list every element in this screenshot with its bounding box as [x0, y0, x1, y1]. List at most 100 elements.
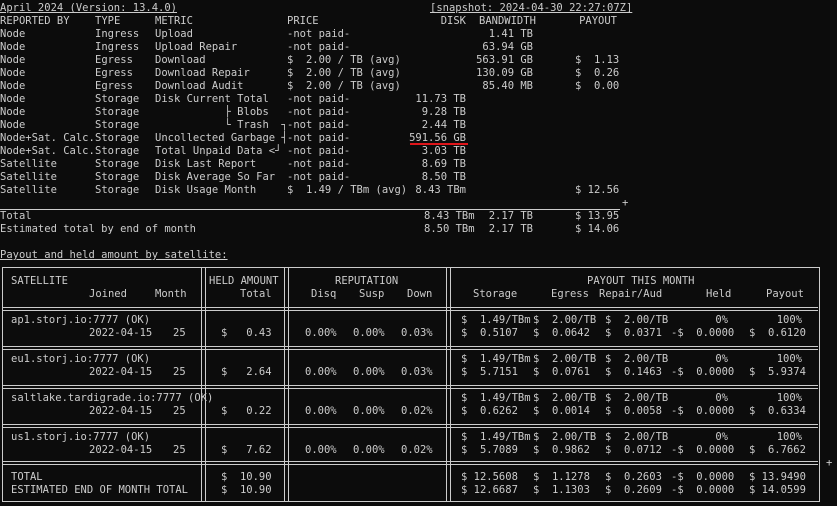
earnings-type: Ingress [95, 41, 140, 53]
satellite-repair: $ 0.0371 [605, 327, 662, 339]
satellite-storage-rate: $ 1.49/TBm [461, 353, 531, 365]
earnings-price: -not paid- [287, 93, 351, 105]
col-price: PRICE [287, 15, 319, 27]
earnings-metric: Total Unpaid Data <┘ [155, 145, 282, 157]
satellite-month: 25 [173, 444, 186, 456]
earnings-price: $ 2.00 / TB (avg) [287, 67, 401, 79]
earnings-bandwidth: 85.40 MB [482, 80, 533, 92]
earnings-disk: 8.43 TBm [415, 184, 466, 196]
col-bandwidth: BANDWIDTH [479, 15, 536, 27]
earnings-type: Egress [95, 67, 133, 79]
payout-total-storage: $ 12.6687 [461, 484, 518, 496]
payout-total-payout: $ 14.0599 [749, 484, 806, 496]
hdr-payout: Payout [766, 288, 804, 300]
earnings-disk: 8.69 TB [421, 158, 466, 170]
earnings-total-disk: 8.50 TBm [424, 223, 475, 235]
hdr-held: Held [706, 288, 732, 300]
earnings-type: Storage [95, 184, 140, 196]
satellite-storage: $ 5.7089 [461, 444, 518, 456]
hdr-disq: Disq [311, 288, 337, 300]
satellite-payout: $ 6.7662 [749, 444, 806, 456]
satellite-joined: 2022-04-15 [89, 366, 153, 378]
report-title: April 2024 (Version: 13.4.0) [0, 2, 178, 14]
satellite-payout-pct: 100% [776, 314, 802, 326]
satellite-down: 0.03% [401, 366, 433, 378]
satellite-held-pct: 0% [715, 392, 728, 404]
hdr-susp: Susp [359, 288, 385, 300]
hdr-reputation: REPUTATION [335, 275, 399, 287]
payout-total-repair: $ 0.2609 [605, 484, 662, 496]
satellite-held-pct: 0% [715, 431, 728, 443]
earnings-type: Storage [95, 158, 140, 170]
satellite-name: saltlake.tardigrade.io:7777 (OK) [11, 392, 214, 404]
satellite-payout-pct: 100% [776, 392, 802, 404]
earnings-metric: Disk Current Total [155, 93, 269, 105]
earnings-payout: $ 0.00 [575, 80, 620, 92]
earnings-type: Storage [95, 132, 140, 144]
payout-plus-sign: + [826, 457, 833, 469]
satellite-held-pct: 0% [715, 314, 728, 326]
satellite-egress-rate: $ 2.00/TB [533, 314, 597, 326]
earnings-type: Storage [95, 145, 140, 157]
satellite-payout: $ 0.6334 [749, 405, 806, 417]
satellite-row-separator [2, 424, 818, 425]
satellite-egress: $ 0.0014 [533, 405, 590, 417]
payout-section-title: Payout and held amount by satellite: [0, 249, 228, 261]
satellite-storage: $ 5.7151 [461, 366, 518, 378]
earnings-bandwidth: 563.91 GB [476, 54, 533, 66]
hdr-down: Down [407, 288, 433, 300]
earnings-price: -not paid- [287, 145, 351, 157]
satellite-storage-rate: $ 1.49/TBm [461, 392, 531, 404]
payout-total-held-amt: -$ 0.0000 [671, 471, 735, 483]
satellite-storage-rate: $ 1.49/TBm [461, 314, 531, 326]
earnings-total-disk: 8.43 TBm [424, 210, 475, 222]
earnings-type: Storage [95, 93, 140, 105]
satellite-month: 25 [173, 405, 186, 417]
earnings-total-bandwidth: 2.17 TB [488, 223, 533, 235]
satellite-payout: $ 5.9374 [749, 366, 806, 378]
satellite-joined: 2022-04-15 [89, 327, 153, 339]
satellite-storage: $ 0.5107 [461, 327, 518, 339]
earnings-metric: Uncollected Garbage ┤ [155, 132, 288, 144]
hdr-satellite: SATELLITE [11, 275, 68, 287]
satellite-susp: 0.00% [353, 327, 385, 339]
satellite-row-separator [2, 346, 818, 347]
satellite-held: -$ 0.0000 [671, 327, 735, 339]
earnings-total-label: Total [0, 210, 32, 222]
satellite-payout-pct: 100% [776, 431, 802, 443]
earnings-payout: $ 12.56 [575, 184, 620, 196]
earnings-type: Egress [95, 54, 133, 66]
earnings-metric: Disk Average So Far [155, 171, 276, 183]
satellite-disq: 0.00% [305, 327, 337, 339]
payout-total-held: $ 10.90 [221, 471, 272, 483]
earnings-reported-by: Node [0, 67, 26, 79]
earnings-reported-by: Node [0, 54, 26, 66]
hdr-month: Month [155, 288, 187, 300]
satellite-egress-rate: $ 2.00/TB [533, 353, 597, 365]
earnings-bandwidth: 63.94 GB [482, 41, 533, 53]
earnings-reported-by: Node+Sat. Calc. [0, 132, 95, 144]
earnings-metric: Disk Last Report [155, 158, 257, 170]
hdr-storage: Storage [473, 288, 518, 300]
hdr-joined: Joined [89, 288, 127, 300]
satellite-row-separator-inner [2, 427, 818, 428]
satellite-down: 0.03% [401, 327, 433, 339]
earnings-price: $ 2.00 / TB (avg) [287, 80, 401, 92]
payout-total-held-amt: -$ 0.0000 [671, 484, 735, 496]
satellite-held-total: $ 7.62 [221, 444, 272, 456]
satellite-name: ap1.storj.io:7777 (OK) [11, 314, 151, 326]
satellite-disq: 0.00% [305, 405, 337, 417]
satellite-joined: 2022-04-15 [89, 444, 153, 456]
col-payout: PAYOUT [579, 15, 617, 27]
satellite-month: 25 [173, 366, 186, 378]
earnings-metric: └ Trash ┐ [155, 119, 288, 131]
totals-separator [2, 461, 818, 462]
satellite-payout: $ 0.6120 [749, 327, 806, 339]
satellite-name: us1.storj.io:7777 (OK) [11, 431, 151, 443]
satellite-row-separator-inner [2, 388, 818, 389]
earnings-reported-by: Node [0, 119, 26, 131]
earnings-reported-by: Node [0, 28, 26, 40]
col-disk: DISK [440, 15, 466, 27]
earnings-metric: Download [155, 54, 206, 66]
earnings-price: -not paid- [287, 28, 351, 40]
